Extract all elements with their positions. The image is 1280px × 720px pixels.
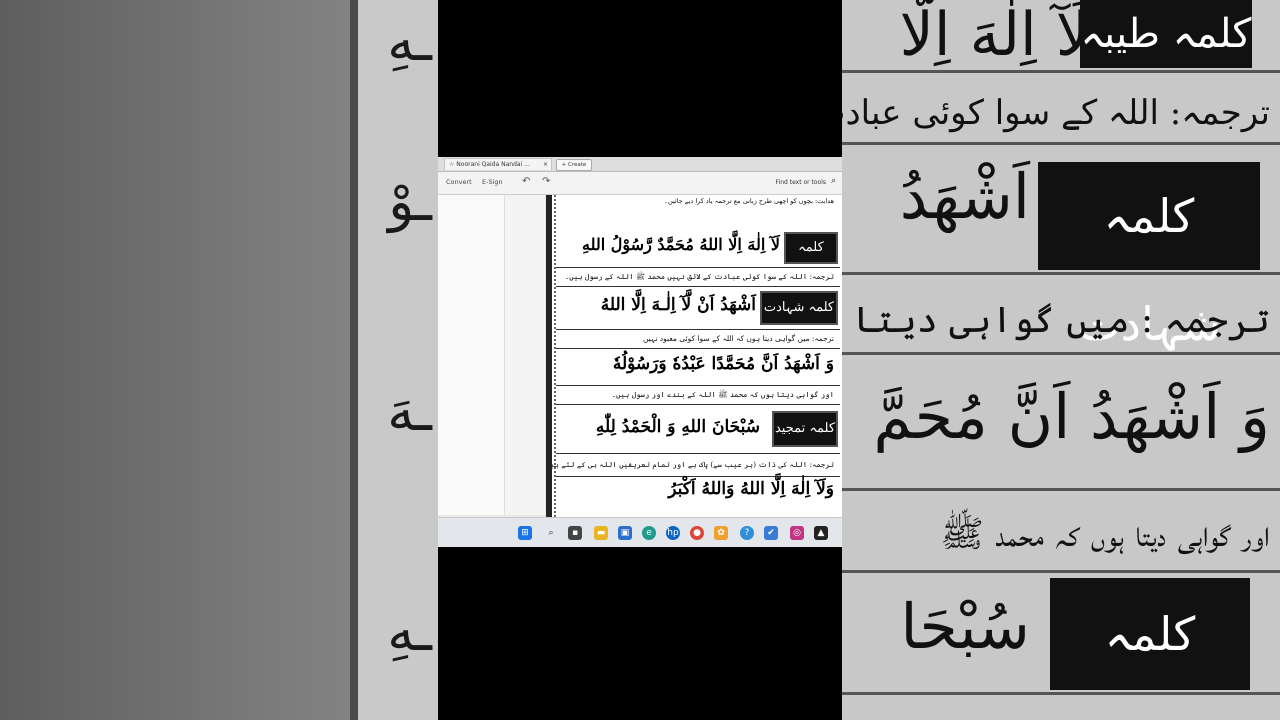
windows-icon[interactable]: ⊞ <box>518 526 532 540</box>
translation-text: ترجمہ: میں گواہی دیتا ہوں کہ اللہ کے سوا… <box>642 334 834 343</box>
hp-icon[interactable]: hp <box>666 526 680 540</box>
kalma-text: وَلَآ اِلٰهَ اِلَّا اللهُ وَاللهُ اَكْبَ… <box>668 479 834 499</box>
left-panel <box>438 195 505 515</box>
bg-arabic: اَشْهَدُ <box>899 160 1030 233</box>
edge-icon[interactable]: e <box>642 526 656 540</box>
bg-arabic: وَ اَشْهَدُ اَنَّ مُحَمَّ <box>873 380 1270 453</box>
bg-translation: اور گواہی دیتا ہوں کہ محمد ﷺ <box>940 514 1270 555</box>
background-right: لَآ اِلٰهَ اِلّا کلمہ طیبہ ترجمہ: اللہ ک… <box>842 0 1280 720</box>
bg-glyph: ـهِ <box>387 600 432 663</box>
translation-row: اور گواہی دیتا ہوں کہ محمد ﷺ اللہ کے بند… <box>556 386 840 405</box>
todo-icon[interactable]: ✔ <box>764 526 778 540</box>
tab-title: Noorani Qaida Nandai ... <box>456 161 530 168</box>
create-button[interactable]: + Create <box>556 159 592 171</box>
background-left: ـهِ ـوْ ـهَ ـهِ <box>0 0 438 720</box>
store-icon[interactable]: ▣ <box>618 526 632 540</box>
acrobat-icon[interactable]: ▲ <box>814 526 828 540</box>
kalma-text: وَ اَشْهَدُ اَنَّ مُحَمَّدًا عَبْدُهٗ وَ… <box>612 354 834 374</box>
kalma-row: کلمہ تمجید سُبْحَانَ اللهِ وَ الْحَمْدُ … <box>556 405 840 454</box>
pdf-viewer-window: ☆ Noorani Qaida Nandai ... × + Create Co… <box>438 157 842 547</box>
browser-tab-bar: ☆ Noorani Qaida Nandai ... × + Create <box>438 157 842 172</box>
bg-label: کلمہ شہادت <box>1038 162 1260 351</box>
kalma-text: لَآ اِلٰهَ اِلَّا اللهُ مُحَمَّدٌ رَّسُو… <box>582 235 780 254</box>
translation-row: ترجمہ: اللہ کے سوا کوئی عبادت کے لائق نہ… <box>556 268 840 287</box>
find-tools-input[interactable]: Find text or tools <box>776 179 826 186</box>
photos-icon[interactable]: ✿ <box>714 526 728 540</box>
redo-icon[interactable]: ↷ <box>542 176 550 187</box>
page-margin <box>505 195 545 515</box>
chrome-icon[interactable]: ● <box>690 526 704 540</box>
undo-icon[interactable]: ↶ <box>522 176 530 187</box>
convert-button[interactable]: Convert <box>446 178 472 186</box>
kalma-row: کلمہ طیبہ لَآ اِلٰهَ اِلَّا اللهُ مُحَمَ… <box>556 231 840 283</box>
bg-label: کلمہ طیبہ <box>1080 0 1252 68</box>
file-explorer-icon[interactable]: ▬ <box>594 526 608 540</box>
pdf-page: ھدایت: بچوں کو اچھی طرح زبانی مع ترجمہ ی… <box>546 195 842 517</box>
kalma-text: سُبْحَانَ اللهِ وَ الْحَمْدُ لِلّٰهِ <box>595 417 760 437</box>
help-icon[interactable]: ? <box>740 526 754 540</box>
instruction-text: ھدایت: بچوں کو اچھی طرح زبانی مع ترجمہ ی… <box>664 197 834 205</box>
kalma-label: کلمہ تمجید <box>772 411 838 447</box>
bg-translation: ترجمہ: اللہ کے سوا کوئی عبادت کے لا <box>842 93 1270 133</box>
translation-text: اور گواہی دیتا ہوں کہ محمد ﷺ اللہ کے بند… <box>611 390 834 399</box>
kalma-label: کلمہ شہادت <box>760 291 838 325</box>
task-view-icon[interactable]: ▪ <box>568 526 582 540</box>
translation-text: ترجمہ: اللہ کے سوا کوئی عبادت کے لائق نہ… <box>564 272 834 281</box>
pdf-toolbar: Convert E-Sign ↶ ↷ Find text or tools ⌕ <box>438 172 842 195</box>
bg-translation: ترجمہ : میں گواہی دیتا ہوں <box>842 300 1270 341</box>
close-icon[interactable]: × <box>543 159 548 170</box>
bg-arabic: سُبْحَا <box>900 590 1030 663</box>
esign-button[interactable]: E-Sign <box>482 178 503 186</box>
translation-text: ترجمہ: اللہ کی ذات (ہر عیب سے) پاک ہے او… <box>546 460 834 469</box>
kalma-row: کلمہ شہادت اَشْهَدُ اَنْ لَّآ اِلٰـهَ اِ… <box>556 287 840 330</box>
kalma-row: وَ اَشْهَدُ اَنَّ مُحَمَّدًا عَبْدُهٗ وَ… <box>556 349 840 386</box>
kalma-label: کلمہ طیبہ <box>784 232 838 283</box>
kalma-row: وَلَآ اِلٰهَ اِلَّا اللهُ وَاللهُ اَكْبَ… <box>556 477 840 517</box>
translation-row: ترجمہ: میں گواہی دیتا ہوں کہ اللہ کے سوا… <box>556 330 840 349</box>
windows-taskbar: ⊞ ⌕ ▪ ▬ ▣ e hp ● ✿ ? ✔ ◎ ▲ <box>438 517 842 547</box>
kalma-text: اَشْهَدُ اَنْ لَّآ اِلٰـهَ اِلَّا اللهُ <box>600 295 756 315</box>
search-icon[interactable]: ⌕ <box>831 176 836 186</box>
search-icon[interactable]: ⌕ <box>544 526 558 540</box>
browser-tab[interactable]: ☆ Noorani Qaida Nandai ... × <box>444 158 552 170</box>
bg-glyph: ـوْ <box>388 170 432 233</box>
bg-label: کلمہ تمجید <box>1050 578 1250 720</box>
bg-glyph: ـهَ <box>387 380 432 443</box>
bg-arabic: لَآ اِلٰهَ اِلّا <box>899 0 1090 70</box>
translation-row: ترجمہ: اللہ کی ذات (ہر عیب سے) پاک ہے او… <box>552 454 840 477</box>
instagram-icon[interactable]: ◎ <box>790 526 804 540</box>
bg-glyph: ـهِ <box>387 10 432 73</box>
